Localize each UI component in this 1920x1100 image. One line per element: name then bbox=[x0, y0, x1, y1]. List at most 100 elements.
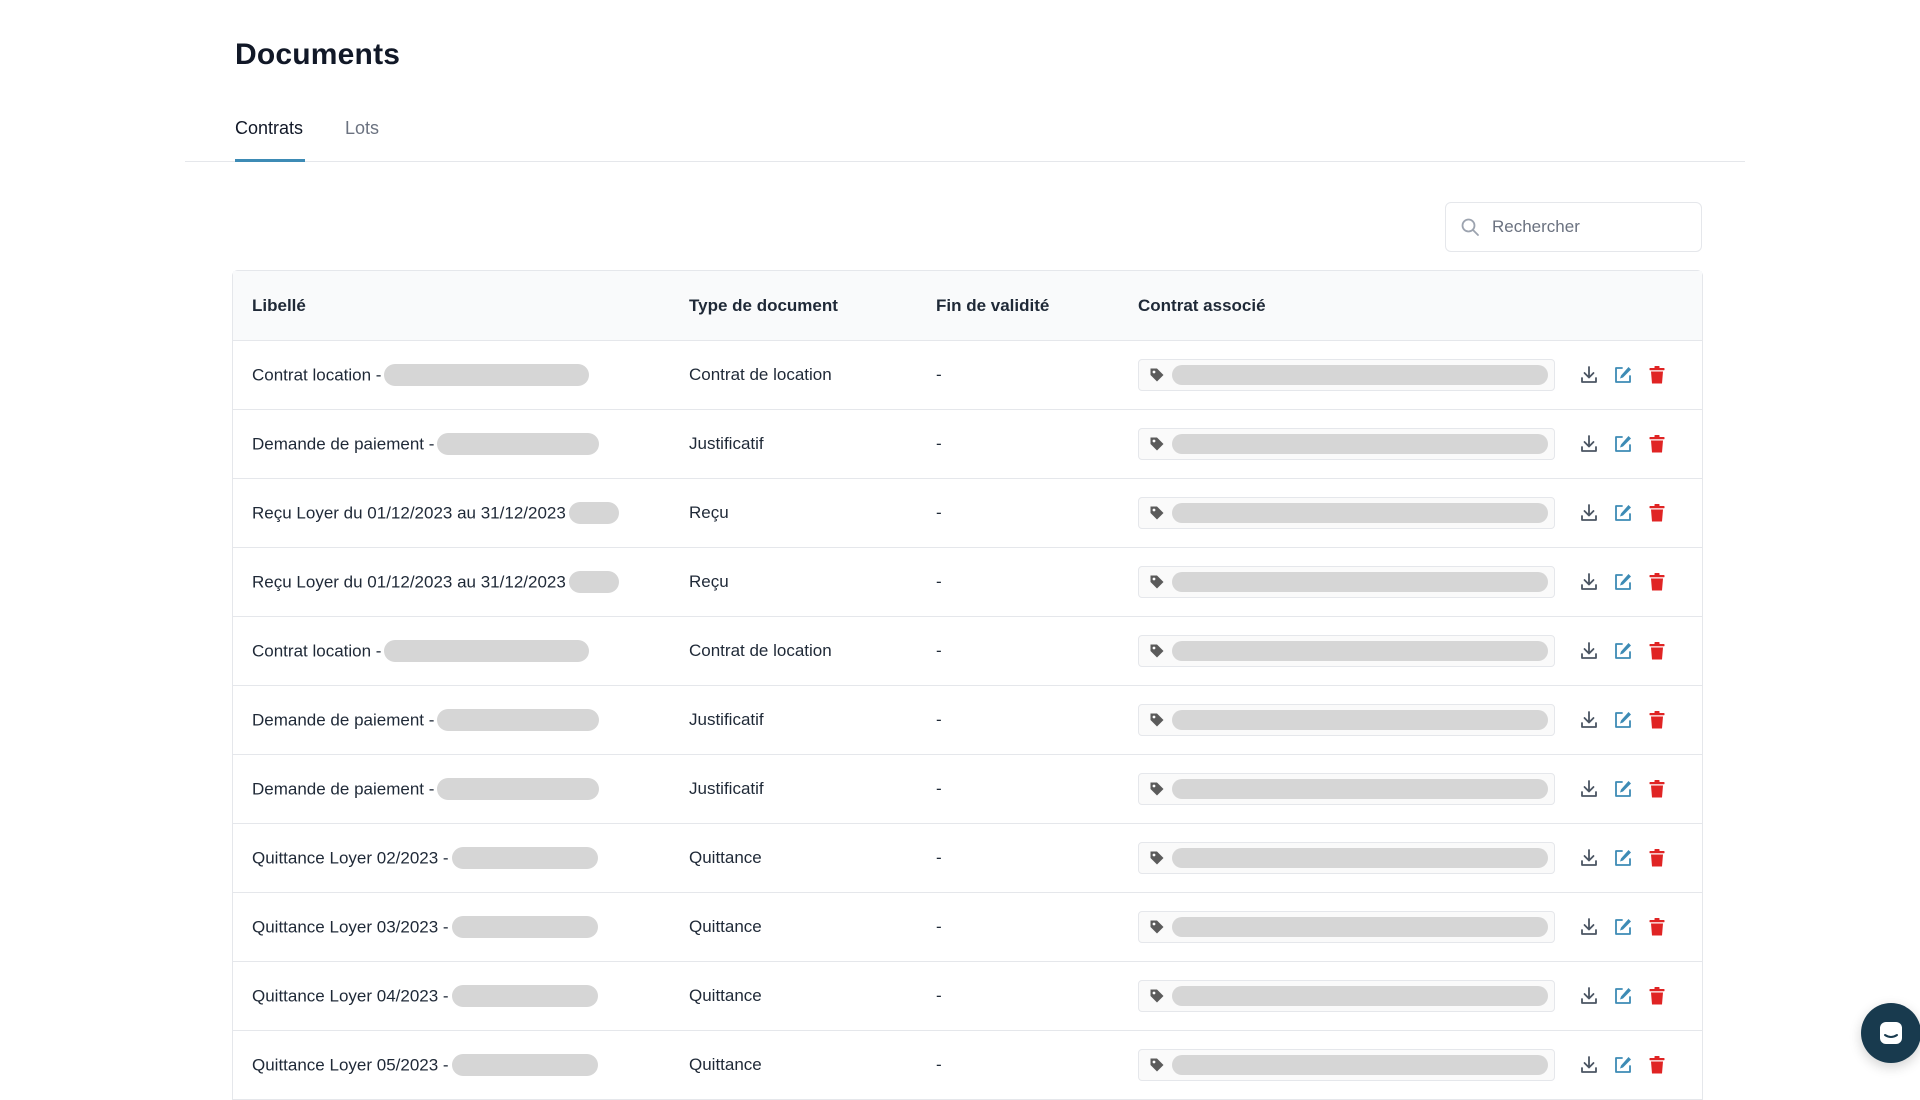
app-root: Documents Contrats Lots Libellé Type de … bbox=[0, 0, 1920, 1100]
table-header: Libellé Type de document Fin de validité… bbox=[233, 271, 1702, 341]
table-row[interactable]: Contrat location - Contrat de location - bbox=[233, 341, 1702, 410]
libelle-text: Demande de paiement - bbox=[252, 434, 435, 454]
redacted-value bbox=[437, 709, 600, 731]
trash-icon[interactable] bbox=[1646, 916, 1668, 938]
search-input[interactable] bbox=[1490, 204, 1694, 250]
redacted-value bbox=[451, 1054, 598, 1076]
cell-fin-validite: - bbox=[936, 848, 942, 867]
trash-icon[interactable] bbox=[1646, 571, 1668, 593]
associated-contract-chip[interactable] bbox=[1138, 635, 1555, 667]
table-row[interactable]: Quittance Loyer 05/2023 - Quittance - bbox=[233, 1031, 1702, 1100]
download-icon[interactable] bbox=[1578, 433, 1600, 455]
download-icon[interactable] bbox=[1578, 847, 1600, 869]
edit-icon[interactable] bbox=[1612, 502, 1634, 524]
associated-contract-chip[interactable] bbox=[1138, 359, 1555, 391]
tag-icon bbox=[1150, 782, 1164, 796]
table-row[interactable]: Quittance Loyer 02/2023 - Quittance - bbox=[233, 824, 1702, 893]
edit-icon[interactable] bbox=[1612, 571, 1634, 593]
redacted-contract bbox=[1172, 503, 1548, 523]
cell-type-document: Quittance bbox=[689, 917, 762, 936]
page-title: Documents bbox=[235, 38, 401, 71]
download-icon[interactable] bbox=[1578, 502, 1600, 524]
download-icon[interactable] bbox=[1578, 640, 1600, 662]
redacted-contract bbox=[1172, 365, 1548, 385]
redacted-contract bbox=[1172, 917, 1548, 937]
column-header-fin-validite: Fin de validité bbox=[936, 296, 1050, 315]
redacted-contract bbox=[1172, 572, 1548, 592]
table-row[interactable]: Quittance Loyer 04/2023 - Quittance - bbox=[233, 962, 1702, 1031]
documents-page: Documents Contrats Lots Libellé Type de … bbox=[185, 0, 1920, 1100]
trash-icon[interactable] bbox=[1646, 1054, 1668, 1076]
edit-icon[interactable] bbox=[1612, 709, 1634, 731]
table-row[interactable]: Demande de paiement - Justificatif - bbox=[233, 410, 1702, 479]
edit-icon[interactable] bbox=[1612, 847, 1634, 869]
table-row[interactable]: Contrat location - Contrat de location - bbox=[233, 617, 1702, 686]
cell-fin-validite: - bbox=[936, 503, 942, 522]
tab-bar: Contrats Lots bbox=[185, 100, 1745, 162]
associated-contract-chip[interactable] bbox=[1138, 842, 1555, 874]
table-row[interactable]: Demande de paiement - Justificatif - bbox=[233, 755, 1702, 824]
libelle-text: Contrat location - bbox=[252, 365, 382, 385]
associated-contract-chip[interactable] bbox=[1138, 980, 1555, 1012]
download-icon[interactable] bbox=[1578, 778, 1600, 800]
cell-libelle: Demande de paiement - bbox=[252, 778, 600, 801]
trash-icon[interactable] bbox=[1646, 502, 1668, 524]
associated-contract-chip[interactable] bbox=[1138, 773, 1555, 805]
download-icon[interactable] bbox=[1578, 916, 1600, 938]
trash-icon[interactable] bbox=[1646, 433, 1668, 455]
redacted-contract bbox=[1172, 848, 1548, 868]
associated-contract-chip[interactable] bbox=[1138, 911, 1555, 943]
tag-icon bbox=[1150, 368, 1164, 382]
download-icon[interactable] bbox=[1578, 709, 1600, 731]
associated-contract-chip[interactable] bbox=[1138, 1049, 1555, 1081]
edit-icon[interactable] bbox=[1612, 916, 1634, 938]
associated-contract-chip[interactable] bbox=[1138, 566, 1555, 598]
edit-icon[interactable] bbox=[1612, 1054, 1634, 1076]
download-icon[interactable] bbox=[1578, 571, 1600, 593]
trash-icon[interactable] bbox=[1646, 709, 1668, 731]
trash-icon[interactable] bbox=[1646, 985, 1668, 1007]
trash-icon[interactable] bbox=[1646, 778, 1668, 800]
edit-icon[interactable] bbox=[1612, 778, 1634, 800]
cell-type-document: Quittance bbox=[689, 986, 762, 1005]
download-icon[interactable] bbox=[1578, 985, 1600, 1007]
cell-fin-validite: - bbox=[936, 779, 942, 798]
redacted-contract bbox=[1172, 986, 1548, 1006]
libelle-text: Quittance Loyer 03/2023 - bbox=[252, 917, 449, 937]
tab-lots[interactable]: Lots bbox=[345, 118, 379, 139]
table-row[interactable]: Quittance Loyer 03/2023 - Quittance - bbox=[233, 893, 1702, 962]
redacted-value bbox=[437, 433, 600, 455]
trash-icon[interactable] bbox=[1646, 847, 1668, 869]
trash-icon[interactable] bbox=[1646, 364, 1668, 386]
search-box[interactable] bbox=[1445, 202, 1702, 252]
table-row[interactable]: Reçu Loyer du 01/12/2023 au 31/12/2023 R… bbox=[233, 548, 1702, 617]
redacted-value bbox=[568, 571, 619, 593]
download-icon[interactable] bbox=[1578, 1054, 1600, 1076]
cell-type-document: Quittance bbox=[689, 848, 762, 867]
cell-type-document: Reçu bbox=[689, 572, 729, 591]
cell-libelle: Quittance Loyer 05/2023 - bbox=[252, 1054, 598, 1077]
chat-button[interactable] bbox=[1861, 1003, 1920, 1063]
associated-contract-chip[interactable] bbox=[1138, 428, 1555, 460]
edit-icon[interactable] bbox=[1612, 640, 1634, 662]
edit-icon[interactable] bbox=[1612, 985, 1634, 1007]
edit-icon[interactable] bbox=[1612, 364, 1634, 386]
redacted-contract bbox=[1172, 779, 1548, 799]
column-header-contrat-associe: Contrat associé bbox=[1138, 296, 1266, 315]
column-header-libelle: Libellé bbox=[252, 296, 306, 315]
associated-contract-chip[interactable] bbox=[1138, 497, 1555, 529]
download-icon[interactable] bbox=[1578, 364, 1600, 386]
trash-icon[interactable] bbox=[1646, 640, 1668, 662]
edit-icon[interactable] bbox=[1612, 433, 1634, 455]
redacted-contract bbox=[1172, 1055, 1548, 1075]
tag-icon bbox=[1150, 644, 1164, 658]
column-header-type: Type de document bbox=[689, 296, 838, 315]
tab-contrats[interactable]: Contrats bbox=[235, 118, 303, 139]
cell-libelle: Quittance Loyer 02/2023 - bbox=[252, 847, 598, 870]
table-row[interactable]: Demande de paiement - Justificatif - bbox=[233, 686, 1702, 755]
table-row[interactable]: Reçu Loyer du 01/12/2023 au 31/12/2023 R… bbox=[233, 479, 1702, 548]
redacted-value bbox=[384, 364, 590, 386]
tag-icon bbox=[1150, 713, 1164, 727]
associated-contract-chip[interactable] bbox=[1138, 704, 1555, 736]
redacted-value bbox=[437, 778, 600, 800]
